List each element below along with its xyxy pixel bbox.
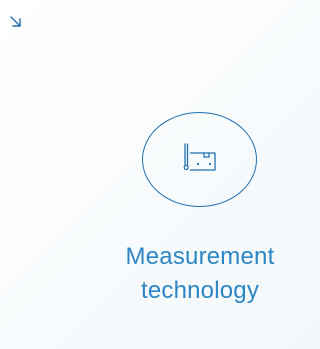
tile-title: Measurement technology (100, 240, 300, 308)
arrow-down-right-icon (9, 15, 23, 29)
measurement-icon (183, 143, 216, 171)
icon-circle (142, 112, 257, 207)
title-line-1: Measurement (125, 243, 275, 270)
title-line-2: technology (140, 277, 260, 304)
measurement-technology-tile[interactable]: Measurement technology (0, 0, 304, 349)
